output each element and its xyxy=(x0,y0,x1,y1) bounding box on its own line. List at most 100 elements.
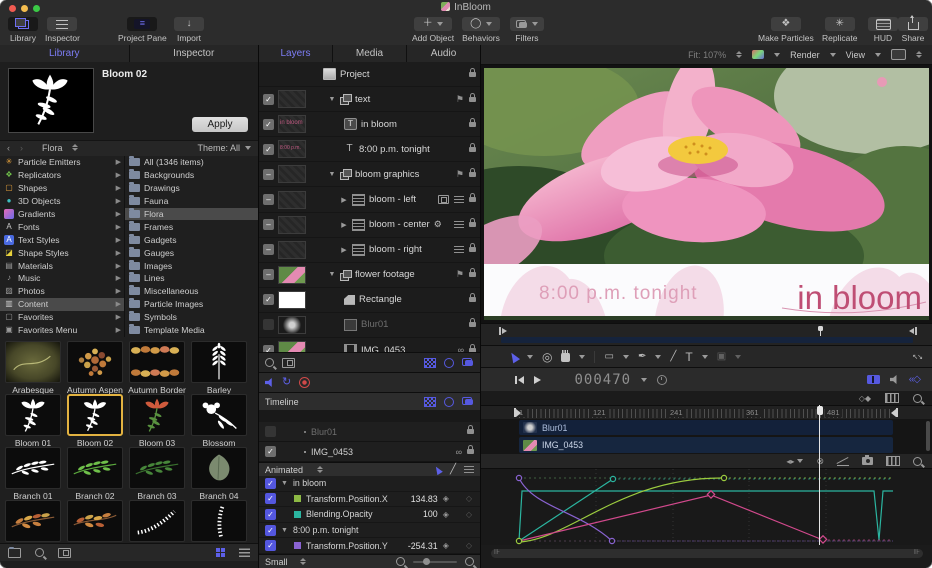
path-stepper[interactable] xyxy=(72,144,78,151)
curve-snapshot-icon[interactable]: ◂▸ xyxy=(786,457,803,466)
rectangle-tool-icon[interactable]: ▭ xyxy=(604,351,613,362)
folder-symbols[interactable]: Symbols xyxy=(125,311,258,324)
thumb-bloom-02-selected[interactable]: Bloom 02 xyxy=(66,394,124,448)
category-content[interactable]: ▥Content▶ xyxy=(0,298,124,311)
track-lane-blur01[interactable]: Blur01 xyxy=(481,419,932,437)
audio-speaker-icon[interactable] xyxy=(265,378,274,387)
category-replicators[interactable]: ❖Replicators▶ xyxy=(0,169,124,182)
lock-icon[interactable] xyxy=(469,97,476,102)
track-size-dropdown[interactable]: Small xyxy=(265,557,288,567)
lock-icon[interactable] xyxy=(469,297,476,302)
text-tool-icon[interactable]: T xyxy=(685,350,692,364)
transform-3d-tool-icon[interactable]: ◎ xyxy=(542,350,552,364)
track-lane-img0453[interactable]: IMG_0453 xyxy=(481,436,932,455)
timeline-masks-icon[interactable] xyxy=(424,397,436,407)
play-range-out-marker[interactable] xyxy=(909,327,917,335)
disclosure-down-icon[interactable]: ▼ xyxy=(281,480,288,487)
zoom-slider[interactable] xyxy=(413,561,457,563)
tab-library[interactable]: Library xyxy=(0,45,130,62)
flag-icon[interactable]: ⚑ xyxy=(456,95,464,104)
folder-gadgets[interactable]: Gadgets xyxy=(125,233,258,246)
folder-template-media[interactable]: Template Media xyxy=(125,324,258,337)
frames-icon[interactable] xyxy=(886,456,900,466)
tab-media[interactable]: Media xyxy=(333,45,407,62)
show-filters-icon[interactable] xyxy=(462,358,474,367)
layer-row-project[interactable]: Project xyxy=(259,62,480,87)
layer-checkbox-mixed[interactable]: – xyxy=(263,194,274,205)
folder-backgrounds[interactable]: Backgrounds xyxy=(125,169,258,182)
lock-icon[interactable] xyxy=(469,322,476,327)
inspector-toolbar-button[interactable]: Inspector xyxy=(45,17,80,43)
filter-window-icon[interactable] xyxy=(282,358,295,368)
keyframe-filter-icon[interactable]: ◇◆ xyxy=(859,394,871,403)
show-timeline-icon[interactable] xyxy=(867,375,880,384)
forward-arrow-icon[interactable]: › xyxy=(20,143,23,153)
timeline-zoom-icon[interactable] xyxy=(913,394,922,403)
keyframe-icon[interactable]: ◈ xyxy=(443,541,449,550)
lock-icon[interactable] xyxy=(469,247,476,252)
track-checkbox-off[interactable]: ✓ xyxy=(265,426,276,437)
disclosure-right-icon[interactable]: ▶ xyxy=(340,196,348,204)
category-music[interactable]: ♪Music▶ xyxy=(0,272,124,285)
clear-curve-icon[interactable]: ⊗ xyxy=(816,456,824,467)
previous-frame-button[interactable] xyxy=(515,376,524,384)
thumb-branch-04[interactable]: Branch 04 xyxy=(190,447,248,501)
edit-pointer-icon[interactable] xyxy=(433,464,443,474)
expand-view-icon[interactable]: ↖↘ xyxy=(912,353,922,361)
thumb-branch-03[interactable]: Branch 03 xyxy=(128,447,186,501)
category-shape-styles[interactable]: ◪Shape Styles▶ xyxy=(0,246,124,259)
layer-checkbox[interactable]: ✓ xyxy=(263,144,274,155)
zoom-in-icon[interactable] xyxy=(465,557,474,566)
pen-icon[interactable]: ╱ xyxy=(450,464,456,475)
thumb-branch-02[interactable]: Branch 02 xyxy=(66,447,124,501)
flag-icon[interactable]: ⚑ xyxy=(456,170,464,179)
layer-checkbox[interactable]: ✓ xyxy=(263,94,274,105)
layer-row-bloom-center[interactable]: – ▶ bloom - center ⚙ xyxy=(259,213,480,238)
tab-audio[interactable]: Audio xyxy=(407,45,480,62)
keyframe-nav-icon[interactable]: ◇ xyxy=(466,494,472,503)
thumb-row4-3[interactable] xyxy=(128,500,186,542)
disclosure-down-icon[interactable]: ▼ xyxy=(328,271,336,278)
import-button[interactable]: ↓Import xyxy=(174,17,204,43)
disclosure-right-icon[interactable]: ▶ xyxy=(340,246,348,254)
category-materials[interactable]: ▤Materials▶ xyxy=(0,259,124,272)
layer-row-800-tonight[interactable]: ✓ T8:00 p.m. tonight xyxy=(259,137,480,162)
thumb-autumn-aspen[interactable]: Autumn Aspen xyxy=(66,341,124,395)
lock-icon[interactable] xyxy=(469,147,476,152)
folder-miscellaneous[interactable]: Miscellaneous xyxy=(125,285,258,298)
thumb-bloom-01[interactable]: Bloom 01 xyxy=(4,394,62,448)
make-particles-button[interactable]: ❖Make Particles xyxy=(758,17,814,43)
track-checkbox[interactable]: ✓ xyxy=(265,446,276,457)
folder-particle-images[interactable]: Particle Images xyxy=(125,298,258,311)
layer-checkbox[interactable]: ✓ xyxy=(263,119,274,130)
layer-row-in-bloom[interactable]: ✓ Tin bloom xyxy=(259,112,480,137)
layer-checkbox-mixed[interactable]: – xyxy=(263,269,274,280)
play-button[interactable] xyxy=(534,376,541,384)
category-photos[interactable]: ▨Photos▶ xyxy=(0,285,124,298)
show-behaviors-icon[interactable] xyxy=(444,358,454,368)
animated-stepper[interactable] xyxy=(317,466,323,473)
category-favorites-menu[interactable]: ▣Favorites Menu▶ xyxy=(0,324,124,337)
zoom-stepper[interactable] xyxy=(736,51,742,58)
anim-checkbox[interactable]: ✓ xyxy=(265,540,276,551)
fit-value[interactable]: 107% xyxy=(703,50,726,60)
layer-checkbox-off[interactable]: ✓ xyxy=(263,319,274,330)
pan-tool-icon[interactable] xyxy=(561,352,570,362)
folder-frames[interactable]: Frames xyxy=(125,220,258,233)
layer-row-bloom-left[interactable]: – ▶ bloom - left xyxy=(259,187,480,212)
curve-interpolation-icon[interactable] xyxy=(837,457,849,466)
lock-icon[interactable] xyxy=(469,72,476,77)
frames-icon[interactable] xyxy=(885,393,899,403)
thumb-autumn-border[interactable]: Autumn Border xyxy=(128,341,186,395)
timecode-toggle-icon[interactable] xyxy=(657,375,667,385)
category-3d-objects[interactable]: ●3D Objects▶ xyxy=(0,195,124,208)
preview-toggle-icon[interactable] xyxy=(58,548,71,558)
disclosure-right-icon[interactable]: ▶ xyxy=(340,221,348,229)
category-particle-emitters[interactable]: ✳Particle Emitters▶ xyxy=(0,156,124,169)
tab-inspector[interactable]: Inspector xyxy=(130,45,259,62)
folder-lines[interactable]: Lines xyxy=(125,272,258,285)
ruler-out-marker[interactable] xyxy=(891,408,898,417)
timeline-playhead[interactable] xyxy=(819,405,820,545)
thumb-row4-1[interactable] xyxy=(4,500,62,542)
category-shapes[interactable]: ▢Shapes▶ xyxy=(0,182,124,195)
